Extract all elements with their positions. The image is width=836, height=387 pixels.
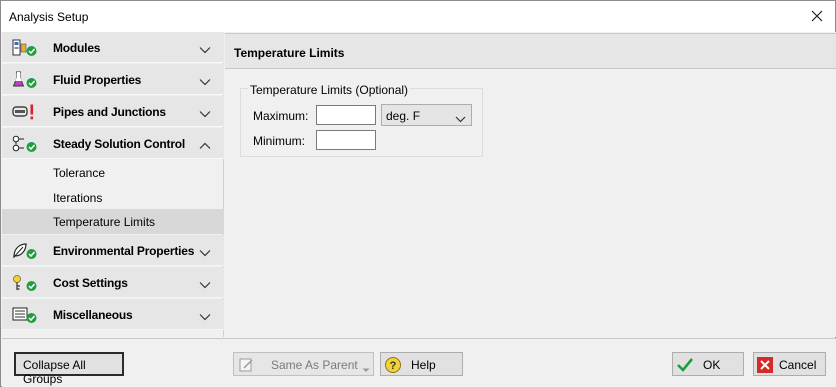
chevron-down-icon	[199, 278, 211, 289]
collapse-all-groups-button[interactable]: Collapse All Groups	[14, 352, 124, 386]
group-label: Steady Solution Control	[53, 137, 186, 151]
sidebar-item-iterations[interactable]: Iterations	[2, 185, 224, 210]
chevron-up-icon	[199, 139, 211, 149]
chevron-down-icon	[199, 246, 211, 257]
group-steady-solution-control[interactable]: Steady Solution Control	[2, 128, 224, 159]
checkmark-icon	[676, 356, 694, 374]
group-miscellaneous[interactable]: Miscellaneous	[2, 299, 224, 330]
chevron-down-icon	[199, 107, 211, 118]
group-legend: Temperature Limits (Optional)	[248, 83, 411, 97]
settings-panel: Temperature Limits Temperature Limits (O…	[225, 32, 836, 337]
window-title: Analysis Setup	[9, 10, 89, 24]
footer-bar: Collapse All Groups Same As Parent ? Hel…	[2, 338, 836, 387]
group-fluid-properties[interactable]: Fluid Properties	[2, 64, 224, 95]
svg-text:?: ?	[390, 360, 397, 372]
sidebar-item-temperature-limits[interactable]: Temperature Limits	[2, 209, 224, 234]
sidebar-item-label: Iterations	[53, 191, 103, 205]
modules-icon	[12, 39, 38, 57]
unit-value: deg. F	[386, 109, 421, 123]
list-icon	[12, 306, 38, 324]
sidebar-item-tolerance[interactable]: Tolerance	[2, 160, 224, 185]
chevron-down-icon	[362, 362, 370, 376]
group-modules[interactable]: Modules	[2, 32, 224, 63]
chevron-down-icon	[455, 112, 466, 123]
temperature-limits-group: Temperature Limits (Optional) Maximum: d…	[240, 83, 483, 157]
sidebar: Modules Fluid Properties Pipes and Junct…	[2, 32, 224, 337]
title-bar: Analysis Setup	[1, 1, 835, 32]
chevron-down-icon	[199, 43, 211, 54]
maximum-input[interactable]	[316, 105, 376, 125]
flask-icon	[12, 71, 38, 89]
leaf-icon	[12, 242, 38, 260]
analysis-setup-window: Analysis Setup Modules Fluid Properties …	[0, 0, 836, 387]
group-label: Cost Settings	[53, 276, 128, 290]
group-label: Modules	[53, 41, 101, 55]
sidebar-item-label: Temperature Limits	[53, 215, 156, 229]
group-label: Environmental Properties	[53, 244, 195, 258]
chevron-down-icon	[199, 310, 211, 321]
button-label: OK	[703, 358, 721, 372]
cancel-button[interactable]: Cancel	[753, 352, 826, 376]
solution-control-icon	[12, 135, 38, 153]
minimum-input[interactable]	[316, 130, 376, 150]
panel-header: Temperature Limits	[225, 33, 836, 69]
group-label: Pipes and Junctions	[53, 105, 166, 119]
sidebar-item-label: Tolerance	[53, 166, 106, 180]
minimum-label: Minimum:	[253, 134, 306, 148]
help-icon: ?	[384, 356, 402, 374]
button-label: Cancel	[779, 358, 817, 372]
button-label: Help	[411, 358, 436, 372]
panel-title: Temperature Limits	[234, 46, 345, 60]
button-label: Same As Parent	[271, 358, 358, 372]
temperature-unit-select[interactable]: deg. F	[381, 104, 472, 126]
ok-button[interactable]: OK	[672, 352, 744, 376]
button-label: Collapse All Groups	[23, 358, 86, 386]
help-button[interactable]: ? Help	[380, 352, 463, 376]
chevron-down-icon	[199, 75, 211, 86]
edit-document-icon	[238, 356, 256, 374]
group-label: Miscellaneous	[53, 308, 133, 322]
group-cost-settings[interactable]: Cost Settings	[2, 267, 224, 298]
pipe-icon	[12, 103, 38, 121]
maximum-label: Maximum:	[253, 109, 309, 123]
close-icon[interactable]	[807, 6, 827, 26]
cost-icon	[12, 274, 38, 292]
group-environmental-properties[interactable]: Environmental Properties	[2, 235, 224, 266]
cancel-icon	[756, 356, 774, 374]
group-pipes-and-junctions[interactable]: Pipes and Junctions	[2, 96, 224, 127]
group-label: Fluid Properties	[53, 73, 142, 87]
same-as-parent-button[interactable]: Same As Parent	[233, 352, 374, 376]
